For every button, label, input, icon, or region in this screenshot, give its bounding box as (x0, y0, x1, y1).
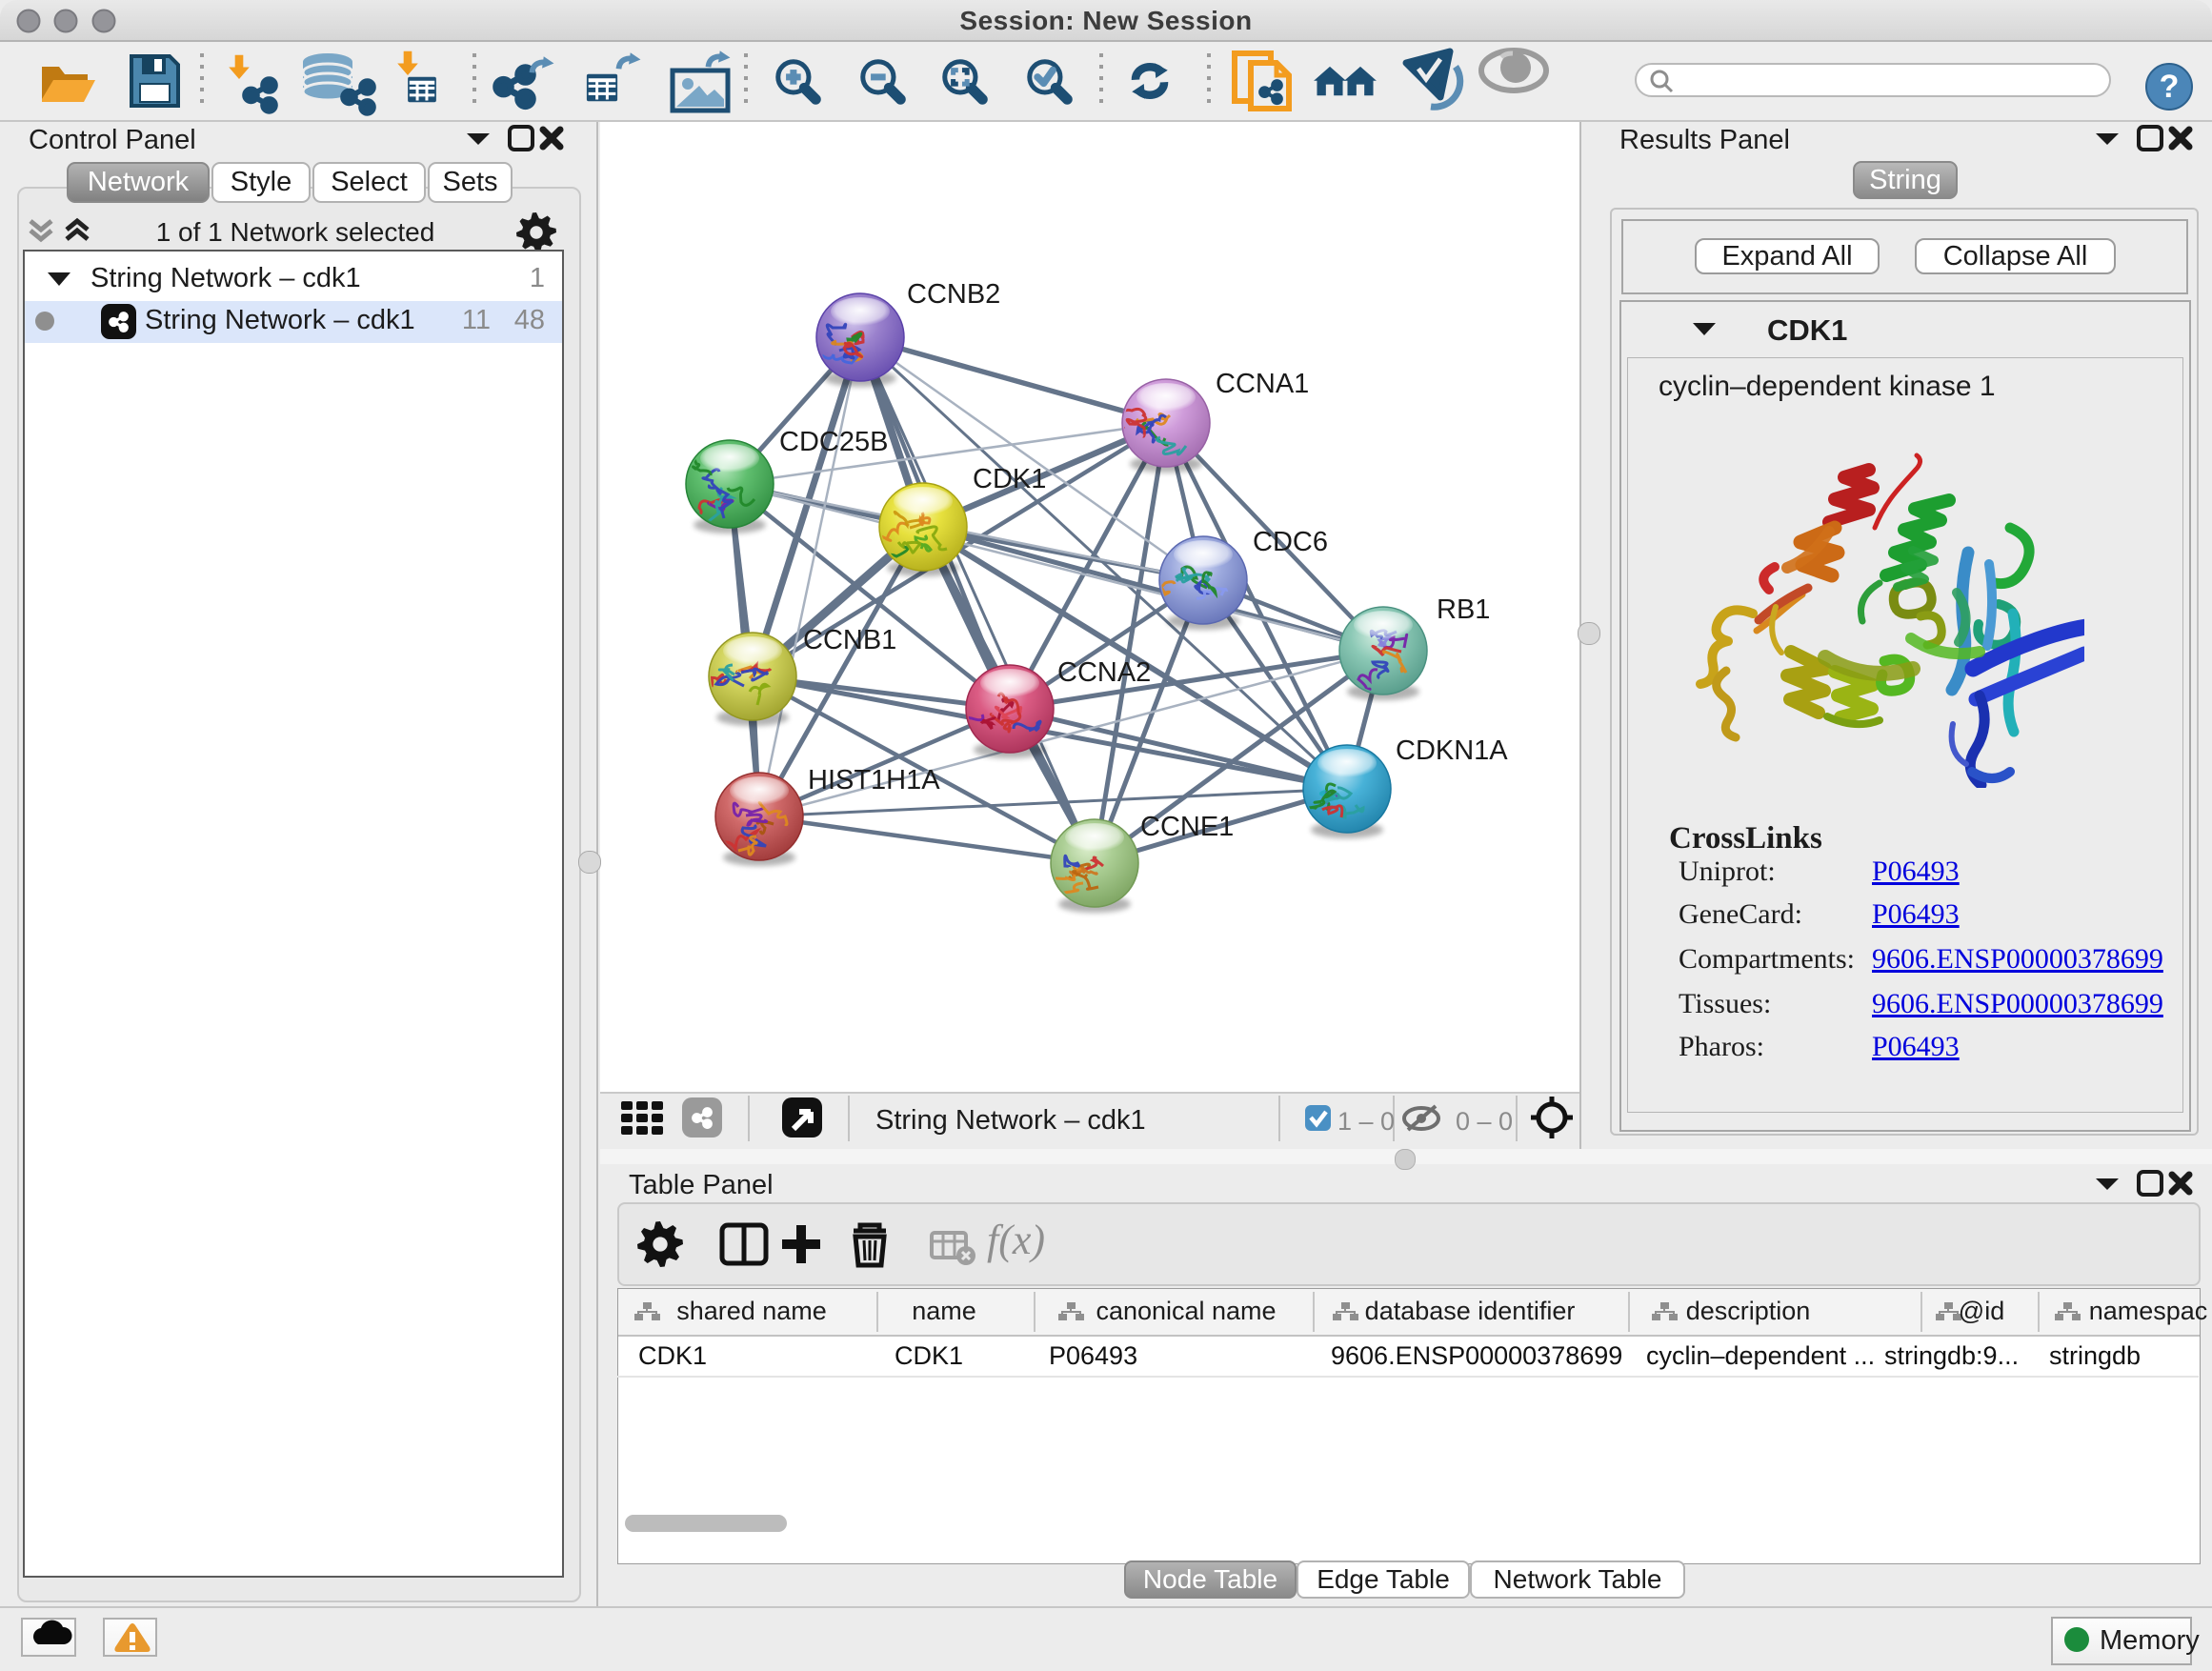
svg-text:CDC25B: CDC25B (779, 427, 888, 457)
svg-text:CCNA2: CCNA2 (1057, 657, 1151, 688)
svg-text:CDKN1A: CDKN1A (1396, 735, 1508, 766)
svg-text:HIST1H1A: HIST1H1A (808, 765, 940, 795)
svg-text:CCNB2: CCNB2 (907, 279, 1000, 310)
svg-text:CCNB1: CCNB1 (803, 625, 896, 655)
svg-text:CDC6: CDC6 (1253, 527, 1328, 557)
svg-text:CCNA1: CCNA1 (1216, 369, 1309, 399)
svg-text:CCNE1: CCNE1 (1140, 812, 1234, 842)
svg-text:CDK1: CDK1 (973, 464, 1046, 494)
svg-text:RB1: RB1 (1437, 594, 1490, 625)
